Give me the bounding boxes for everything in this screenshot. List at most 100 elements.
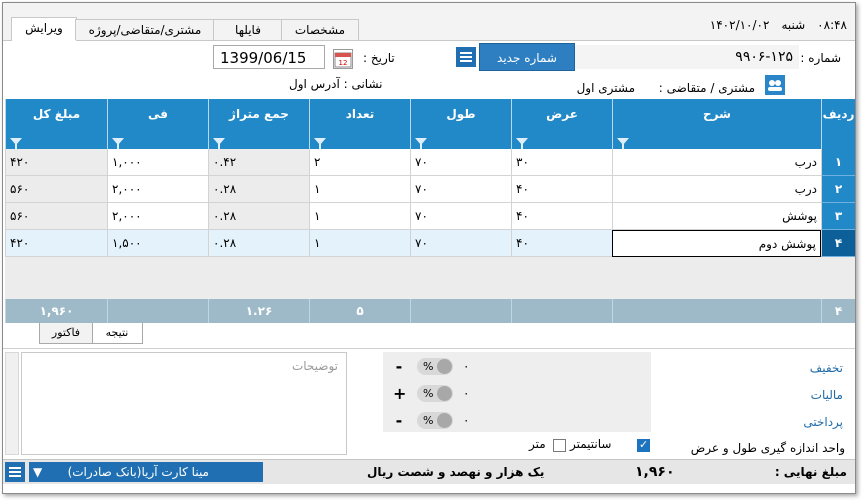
col-length[interactable]: طول	[410, 99, 511, 149]
toggle-knob	[437, 359, 452, 374]
notes-textarea[interactable]: توضیحات	[21, 352, 347, 455]
discount-value[interactable]: ۰	[463, 359, 469, 373]
cell-area: ۰.۴۲	[208, 149, 309, 176]
col-price[interactable]: فی	[107, 99, 208, 149]
table-row[interactable]: ۳ پوشش ۴۰ ۷۰ ۱ ۰.۲۸ ۲,۰۰۰ ۵۶۰	[5, 203, 855, 230]
cell-total: ۴۲۰	[5, 149, 107, 176]
cell-desc[interactable]: درب	[612, 176, 821, 203]
final-amount-value: ۱,۹۶۰	[635, 464, 675, 480]
cell-width[interactable]: ۳۰	[511, 149, 612, 176]
col-desc-label: شرح	[703, 107, 731, 121]
cell-price[interactable]: ۱,۰۰۰	[107, 149, 208, 176]
table-row[interactable]: ۱ درب ۳۰ ۷۰ ۲ ۰.۴۲ ۱,۰۰۰ ۴۲۰	[5, 149, 855, 176]
payment-percent-toggle[interactable]: %	[417, 412, 453, 429]
calendar-icon[interactable]: 12	[333, 49, 353, 69]
print-list-icon[interactable]	[5, 462, 25, 482]
col-length-label: طول	[446, 107, 476, 121]
tab-files[interactable]: فایلها	[213, 19, 283, 40]
clock: ۰۸:۴۸ شنبه ۱۴۰۲/۱۰/۰۲	[698, 18, 847, 32]
payment-sign-toggle[interactable]: -	[393, 411, 405, 430]
number-field[interactable]: ۹۹۰۶-۱۲۵	[575, 45, 799, 69]
table-row-selected[interactable]: ۴ پوشش دوم ۴۰ ۷۰ ۱ ۰.۲۸ ۱,۵۰۰ ۴۲۰	[5, 230, 855, 257]
filter-icon[interactable]	[10, 138, 22, 149]
number-list-icon[interactable]	[456, 47, 476, 67]
notes-scrollbar[interactable]	[5, 352, 19, 455]
cell-count[interactable]: ۱	[309, 203, 410, 230]
cell-width[interactable]: ۴۰	[511, 203, 612, 230]
meter-label: متر	[529, 437, 546, 451]
cell-width[interactable]: ۴۰	[511, 230, 612, 257]
percent-label: %	[423, 360, 434, 373]
cell-length[interactable]: ۷۰	[410, 203, 511, 230]
cell-count[interactable]: ۱	[309, 230, 410, 257]
cell-price[interactable]: ۱,۵۰۰	[107, 230, 208, 257]
filter-icon[interactable]	[112, 138, 124, 149]
customer-icon[interactable]	[765, 75, 785, 95]
col-area[interactable]: جمع متراژ	[208, 99, 309, 149]
tax-percent-toggle[interactable]: %	[417, 385, 453, 402]
footer-price	[107, 299, 208, 323]
tab-specs[interactable]: مشخصات	[281, 19, 359, 40]
filter-icon[interactable]	[516, 138, 528, 149]
col-desc[interactable]: شرح	[612, 99, 821, 149]
final-amount-label: مبلغ نهایی :	[774, 465, 847, 479]
toggle-knob	[437, 386, 452, 401]
cell-area: ۰.۲۸	[208, 230, 309, 257]
cell-count[interactable]: ۱	[309, 176, 410, 203]
final-amount-words: یک هزار و نهصد و شصت ریال	[367, 465, 545, 479]
cell-count[interactable]: ۲	[309, 149, 410, 176]
cell-total: ۴۲۰	[5, 230, 107, 257]
cell-length[interactable]: ۷۰	[410, 176, 511, 203]
cell-row: ۴	[821, 230, 855, 257]
customer-value: مشتری اول	[576, 81, 635, 95]
col-width-label: عرض	[546, 107, 578, 121]
col-total[interactable]: مبلغ کل	[5, 99, 107, 149]
cell-desc-active[interactable]: پوشش دوم	[612, 230, 821, 257]
tab-invoice[interactable]: فاکتور	[39, 323, 93, 344]
cell-row: ۲	[821, 176, 855, 203]
filter-icon[interactable]	[415, 138, 427, 149]
number-label: شماره :	[800, 51, 841, 65]
col-count[interactable]: تعداد	[309, 99, 410, 149]
divider	[3, 348, 855, 349]
tax-sign-toggle[interactable]: +	[393, 384, 406, 403]
discount-percent-toggle[interactable]: %	[417, 358, 453, 375]
invoice-window: ویرایش مشتری/متقاضی/پروژه فایلها مشخصات …	[2, 2, 856, 494]
col-row[interactable]: ردیف	[821, 99, 855, 149]
filter-icon[interactable]	[213, 138, 225, 149]
tab-edit[interactable]: ویرایش	[11, 17, 77, 41]
tab-customer-project[interactable]: مشتری/متقاضی/پروژه	[75, 19, 215, 40]
toggle-knob	[437, 413, 452, 428]
cell-price[interactable]: ۲,۰۰۰	[107, 203, 208, 230]
customer-label: مشتری / متقاضی :	[658, 81, 755, 95]
payment-value[interactable]: ۰	[463, 413, 469, 427]
table-row[interactable]: ۲ درب ۴۰ ۷۰ ۱ ۰.۲۸ ۲,۰۰۰ ۵۶۰	[5, 176, 855, 203]
tax-value[interactable]: ۰	[463, 386, 469, 400]
footer-desc	[612, 299, 821, 323]
address-label: نشانی : آدرس اول	[289, 77, 383, 91]
cell-row: ۱	[821, 149, 855, 176]
col-width[interactable]: عرض	[511, 99, 612, 149]
centimeter-checkbox[interactable]	[637, 438, 650, 452]
status-bar: مینا کارت آریا(بانک صادرات) ▼ یک هزار و …	[3, 459, 855, 484]
tab-result[interactable]: نتیجه	[91, 323, 143, 344]
cell-desc[interactable]: پوشش	[612, 203, 821, 230]
cell-price[interactable]: ۲,۰۰۰	[107, 176, 208, 203]
cell-desc[interactable]: درب	[612, 149, 821, 176]
filter-icon[interactable]	[314, 138, 326, 149]
bank-select[interactable]: مینا کارت آریا(بانک صادرات) ▼	[29, 462, 263, 482]
cell-length[interactable]: ۷۰	[410, 230, 511, 257]
footer-width	[511, 299, 612, 323]
discount-label: تخفیف	[809, 361, 843, 375]
cell-area: ۰.۲۸	[208, 176, 309, 203]
grid-empty-area	[5, 257, 855, 299]
centimeter-label: سانتیمتر	[570, 437, 612, 451]
discount-sign-toggle[interactable]: -	[393, 357, 405, 376]
cell-length[interactable]: ۷۰	[410, 149, 511, 176]
cell-width[interactable]: ۴۰	[511, 176, 612, 203]
meter-checkbox[interactable]	[553, 439, 566, 452]
new-number-button[interactable]: شماره جدید	[479, 43, 575, 71]
date-field[interactable]: 1399/06/15	[213, 45, 325, 69]
bank-name: مینا کارت آریا(بانک صادرات)	[67, 465, 209, 479]
filter-icon[interactable]	[617, 138, 629, 149]
